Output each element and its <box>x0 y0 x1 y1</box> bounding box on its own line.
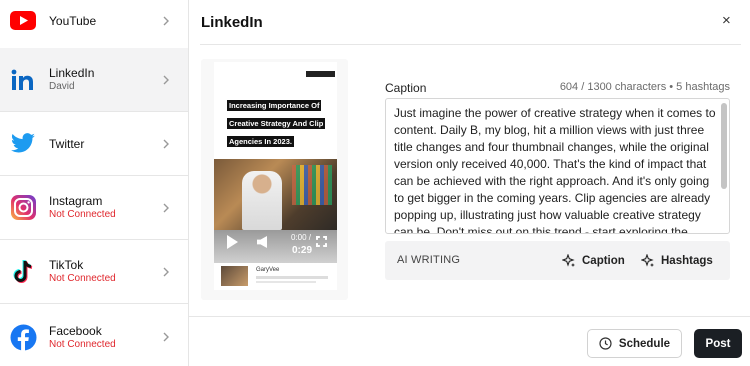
linkedin-icon <box>9 66 37 94</box>
sidebar-item-label: TikTok <box>49 258 84 272</box>
account-name: David <box>49 81 75 92</box>
page-title: LinkedIn <box>201 14 263 31</box>
facebook-icon <box>9 323 37 351</box>
channel-name: GaryVee <box>256 267 280 273</box>
youtube-icon <box>9 7 37 35</box>
ai-writing-label: AI WRITING <box>397 254 461 266</box>
preview-banner: Increasing Importance Of Creative Strate… <box>227 95 327 149</box>
ai-writing-bar: AI WRITING Caption Hashtags <box>385 241 730 280</box>
twitter-icon <box>9 130 37 158</box>
post-preview: Increasing Importance Of Creative Strate… <box>201 59 348 300</box>
progress-bar <box>256 276 328 279</box>
post-button[interactable]: Post <box>694 329 742 358</box>
chevron-right-icon <box>163 75 169 84</box>
divider <box>189 316 750 317</box>
caption-text[interactable]: Just imagine the power of creative strat… <box>394 105 719 233</box>
instagram-icon <box>9 194 37 222</box>
channel-thumbnail <box>221 266 248 286</box>
schedule-label: Schedule <box>618 337 671 350</box>
video-background <box>292 165 332 205</box>
progress-bar-secondary <box>256 281 316 283</box>
video-time-total: 0:29 <box>292 245 313 256</box>
sidebar-item-label: Instagram <box>49 194 103 208</box>
sidebar-item-facebook[interactable]: Facebook Not Connected <box>0 305 188 366</box>
sidebar-item-instagram[interactable]: Instagram Not Connected <box>0 176 188 240</box>
sparkle-icon <box>641 254 654 267</box>
brand-logo <box>306 71 335 77</box>
sidebar-item-label: YouTube <box>49 13 97 28</box>
divider <box>200 44 741 45</box>
play-icon[interactable] <box>227 235 238 249</box>
sidebar-item-linkedin[interactable]: LinkedIn David <box>0 48 188 112</box>
sidebar-item-tiktok[interactable]: TikTok Not Connected <box>0 240 188 304</box>
video-controls: 0:00 / 0:29 <box>214 230 337 263</box>
video-preview-card: Increasing Importance Of Creative Strate… <box>214 62 337 290</box>
clock-icon <box>599 337 612 350</box>
scrollbar[interactable] <box>721 103 727 189</box>
ai-caption-button[interactable]: Caption <box>562 249 625 273</box>
ai-hashtags-button[interactable]: Hashtags <box>641 249 713 273</box>
chevron-right-icon <box>163 332 169 342</box>
chevron-right-icon <box>163 16 169 25</box>
connection-status: Not Connected <box>49 209 116 220</box>
ai-caption-label: Caption <box>582 255 625 267</box>
caption-textarea[interactable]: Just imagine the power of creative strat… <box>385 98 730 234</box>
ai-hashtags-label: Hashtags <box>661 255 713 267</box>
fullscreen-icon[interactable] <box>316 236 327 247</box>
chevron-right-icon <box>163 203 169 212</box>
preview-banner-text: Increasing Importance Of Creative Strate… <box>227 100 326 147</box>
sidebar-item-label: Facebook <box>49 323 102 338</box>
close-icon[interactable]: × <box>722 12 731 29</box>
connection-status: Not Connected <box>49 273 116 284</box>
sidebar-item-label: Twitter <box>49 136 85 151</box>
chevron-right-icon <box>163 139 169 148</box>
chevron-right-icon <box>163 267 169 276</box>
platform-sidebar: YouTube LinkedIn David Twitter Instagram… <box>0 0 189 366</box>
sidebar-item-youtube[interactable]: YouTube <box>0 0 188 53</box>
sidebar-item-label: LinkedIn <box>49 66 95 80</box>
video-thumbnail[interactable] <box>214 159 337 230</box>
video-subject <box>242 171 282 230</box>
caption-label: Caption <box>385 81 427 95</box>
tiktok-icon <box>9 258 37 286</box>
sparkle-icon <box>562 254 575 267</box>
schedule-button[interactable]: Schedule <box>587 329 682 358</box>
volume-icon[interactable] <box>257 236 267 248</box>
video-time-current: 0:00 / <box>291 233 312 242</box>
sidebar-item-twitter[interactable]: Twitter <box>0 112 188 176</box>
post-composer: YouTube LinkedIn David Twitter Instagram… <box>0 0 750 366</box>
connection-status: Not Connected <box>49 338 116 350</box>
character-count: 604 / 1300 characters • 5 hashtags <box>559 81 730 93</box>
